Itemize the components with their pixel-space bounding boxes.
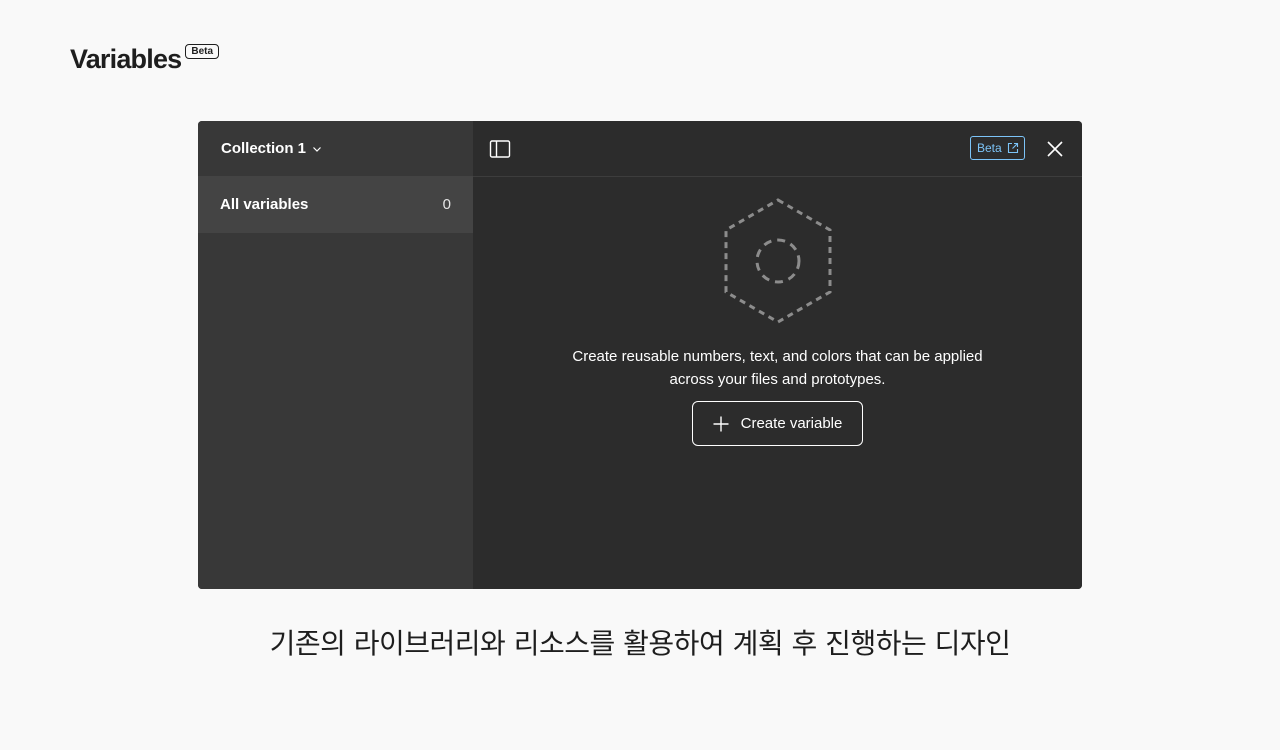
- empty-state-description: Create reusable numbers, text, and color…: [572, 348, 983, 388]
- create-variable-label: Create variable: [740, 415, 843, 432]
- sidebar-item-label: All variables: [220, 196, 309, 213]
- plus-icon: [713, 416, 729, 432]
- sidebar-item-all-variables[interactable]: All variables 0: [198, 176, 473, 233]
- title-beta-badge: Beta: [185, 44, 220, 59]
- external-link-icon: [1007, 142, 1019, 154]
- main-panel: Beta Create reusable numbers, text, and …: [473, 121, 1082, 589]
- variables-dialog: Collection 1 All variables 0 Beta Create…: [198, 121, 1082, 589]
- collection-dropdown[interactable]: Collection 1: [198, 121, 473, 176]
- empty-state: Create reusable numbers, text, and color…: [473, 197, 1082, 446]
- dashed-hexagon-icon: [724, 198, 831, 324]
- close-icon[interactable]: [1043, 137, 1067, 161]
- page-heading: Variables Beta: [70, 42, 220, 76]
- caption-text: 기존의 라이브러리와 리소스를 활용하여 계획 후 진행하는 디자인: [269, 627, 1011, 660]
- sidebar-item-count: 0: [442, 196, 451, 213]
- collection-label: Collection 1: [221, 140, 307, 157]
- beta-link-button[interactable]: Beta: [970, 136, 1025, 160]
- chevron-down-icon: [312, 144, 322, 154]
- sidebar-panel-icon[interactable]: [489, 138, 511, 160]
- create-variable-button[interactable]: Create variable: [692, 401, 863, 446]
- sidebar: Collection 1 All variables 0: [198, 121, 473, 589]
- toolbar: Beta: [473, 121, 1082, 177]
- page-title: Variables: [70, 44, 182, 74]
- beta-label: Beta: [977, 141, 1002, 155]
